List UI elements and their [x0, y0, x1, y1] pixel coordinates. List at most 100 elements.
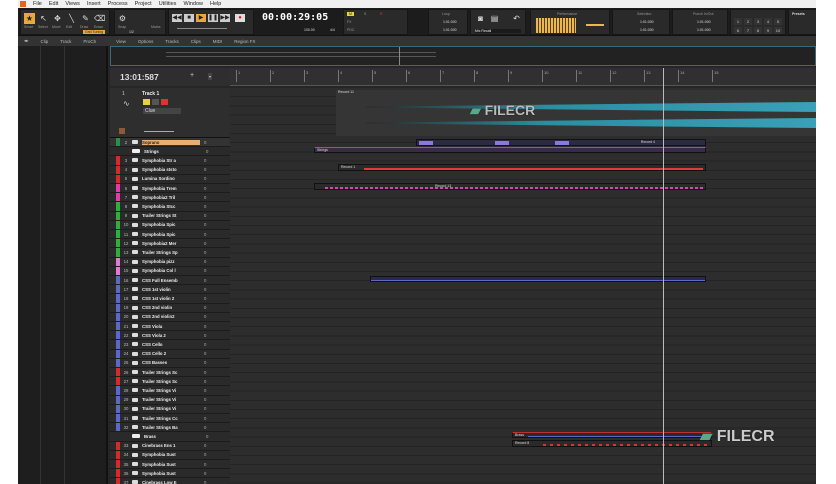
meter-value[interactable]: 4/4 — [330, 28, 335, 32]
track-name[interactable]: Symphobia ststo — [142, 167, 200, 172]
region-fx-menu[interactable]: Region FX — [228, 39, 261, 44]
track-name[interactable]: Brass — [144, 434, 202, 439]
track-row[interactable]: 3 Symphobia Str a 0 — [110, 156, 230, 166]
move-tool-icon[interactable]: ✥ — [52, 13, 63, 24]
track-row[interactable]: 14 Symphobia pizz 0 — [110, 257, 230, 267]
fx-button[interactable]: FX — [347, 20, 351, 24]
track-name[interactable]: Symphobia Sust — [142, 452, 200, 457]
track-row[interactable]: 22 CSS Viola 2 0 — [110, 331, 230, 341]
menu-window[interactable]: Window — [183, 1, 203, 7]
track-name[interactable]: CSS Viola — [142, 324, 200, 329]
marker-button-5[interactable]: 5 — [774, 18, 782, 25]
track-row[interactable]: 16 CSS Full Ensemb 0 — [110, 276, 230, 286]
track-name[interactable]: CSS Basses — [142, 360, 200, 365]
track-row[interactable]: 2 Soprano 0 — [110, 138, 230, 148]
track-name[interactable]: Cinebrass Low E — [142, 480, 200, 484]
loop-end[interactable]: 1:01:000 — [443, 28, 457, 32]
tracks-menu[interactable]: Tracks — [159, 39, 184, 44]
options-menu[interactable]: Options — [132, 39, 160, 44]
menu-process[interactable]: Process — [108, 1, 128, 7]
position-slider[interactable] — [177, 28, 227, 29]
midi-menu[interactable]: MIDI — [207, 39, 229, 44]
selection-start[interactable]: 1:01:000 — [640, 20, 654, 24]
track-name[interactable]: Track 1 — [142, 91, 159, 97]
track-name[interactable]: Strings — [144, 149, 202, 154]
browser-tab-clip[interactable]: Clip — [35, 39, 55, 44]
track-row[interactable]: 28 Trailer Strings Vi 0 — [110, 386, 230, 396]
marker-button-2[interactable]: 2 — [744, 18, 752, 25]
erase-tool-icon[interactable]: ⌫ — [94, 13, 105, 24]
mix-recall-select[interactable]: Mix Recall — [475, 29, 521, 33]
track-row[interactable]: 25 CSS Basses 0 — [110, 358, 230, 368]
punch-end[interactable]: 1:01:000 — [697, 28, 711, 32]
menu-project[interactable]: Project — [135, 1, 152, 7]
track-name[interactable]: Symphobia Stcc — [142, 204, 200, 209]
time-ruler[interactable]: 1 2 3 4 5 6 7 8 9 10 11 12 13 14 15 — [230, 68, 816, 86]
clip-record-8[interactable]: Record 8 — [512, 440, 712, 447]
track-name[interactable]: Cinebrass Ens 1 — [142, 443, 200, 448]
track-row[interactable]: 34 Symphobia Sust 0 — [110, 450, 230, 460]
smart-tool-icon[interactable]: ★ — [24, 13, 35, 24]
track-input-select[interactable]: Clue — [143, 108, 181, 114]
track-name[interactable]: CSS Cello — [142, 342, 200, 347]
track-row[interactable]: 18 CSS 1st violin 2 0 — [110, 294, 230, 304]
clips-menu[interactable]: Clips — [185, 39, 207, 44]
clips-pane[interactable]: Record 11 Record 4 Strings Record 1 Reco… — [230, 88, 816, 484]
snap-icon[interactable]: ⚙ — [117, 13, 128, 24]
clip-record-13[interactable]: Record 13 — [314, 183, 706, 190]
track-name[interactable]: Symphobia pizz — [142, 259, 200, 264]
arm-button[interactable]: R — [380, 12, 383, 16]
track-row[interactable]: 26 Trailer Strings Sc 0 — [110, 368, 230, 378]
clip-css-full-ensemble[interactable] — [370, 276, 706, 282]
track-row[interactable]: 15 Symphobia Col l 0 — [110, 266, 230, 276]
record-button[interactable]: ● — [235, 14, 245, 22]
track-row[interactable]: 29 Trailer Strings Vi 0 — [110, 395, 230, 405]
track-name[interactable]: Trailer Strings Vi — [142, 397, 200, 402]
track-row[interactable]: 23 CSS Cello 0 — [110, 340, 230, 350]
track-row[interactable]: 31 Trailer Strings Cc 0 — [110, 414, 230, 424]
add-track-icon[interactable]: + — [190, 72, 194, 79]
menu-views[interactable]: Views — [65, 1, 80, 7]
browser-tab-proch[interactable]: ProCh — [77, 39, 102, 44]
track-row[interactable]: 30 Trailer Strings Vi 0 — [110, 404, 230, 414]
document-icon[interactable]: ▤ — [489, 13, 500, 24]
track-row[interactable]: 27 Trailer Strings Sc 0 — [110, 377, 230, 387]
marker-button-3[interactable]: 3 — [754, 18, 762, 25]
stop-button[interactable]: ■ — [184, 14, 194, 22]
play-button[interactable]: ▶ — [196, 14, 206, 22]
track-row[interactable]: 9 Trailer Strings St 0 — [110, 211, 230, 221]
select-tool-icon[interactable]: ↖ — [38, 13, 49, 24]
track-row[interactable]: 35 Symphobia Sust 0 — [110, 460, 230, 470]
track-row[interactable]: 10 Symphobia Spic 0 — [110, 220, 230, 230]
track-row[interactable]: 33 Cinebrass Ens 1 0 — [110, 441, 230, 451]
menu-help[interactable]: Help — [210, 1, 221, 7]
track-name[interactable]: Trailer Strings Cc — [142, 416, 200, 421]
clip-record-1[interactable]: Record 1 — [338, 164, 706, 171]
track-row[interactable]: 20 CSS 2nd violin2 0 — [110, 312, 230, 322]
track-volume-slider[interactable] — [144, 131, 174, 132]
marker-button-9[interactable]: 9 — [764, 27, 772, 34]
clip-brass-folder[interactable]: Brass — [512, 432, 712, 438]
menu-utilities[interactable]: Utilities — [159, 1, 177, 7]
track-mute-button[interactable] — [143, 99, 150, 105]
menu-file[interactable]: File — [33, 1, 42, 7]
track-name[interactable]: Trailer Strings Ba — [142, 425, 200, 430]
view-menu[interactable]: View — [110, 39, 132, 44]
track-row[interactable]: 32 Trailer Strings Ba 0 — [110, 423, 230, 433]
track-solo-button[interactable] — [152, 99, 159, 105]
track-row[interactable]: 19 CSS 2nd violin 0 — [110, 303, 230, 313]
track-name[interactable]: Trailer Strings Vi — [142, 388, 200, 393]
track-name[interactable]: Trailer Strings Sp — [142, 250, 200, 255]
track-row[interactable]: 11 Symphobia Spic 0 — [110, 230, 230, 240]
draw-tool-icon[interactable]: ✎ — [80, 13, 91, 24]
playhead-line[interactable] — [663, 68, 664, 484]
track-row[interactable]: 21 CSS Viola 0 — [110, 322, 230, 332]
clip-strings-folder[interactable]: Strings — [314, 147, 706, 153]
marker-button-7[interactable]: 7 — [744, 27, 752, 34]
track-name[interactable]: Trailer Strings St — [142, 213, 200, 218]
track-name[interactable]: CSS Viola 2 — [142, 333, 200, 338]
marker-button-6[interactable]: 6 — [734, 27, 742, 34]
browser-nav-icon[interactable]: ◂▸ — [18, 38, 35, 44]
loop-start[interactable]: 1:01:000 — [443, 20, 457, 24]
track-view-dropdown[interactable]: ▾ — [208, 73, 213, 80]
